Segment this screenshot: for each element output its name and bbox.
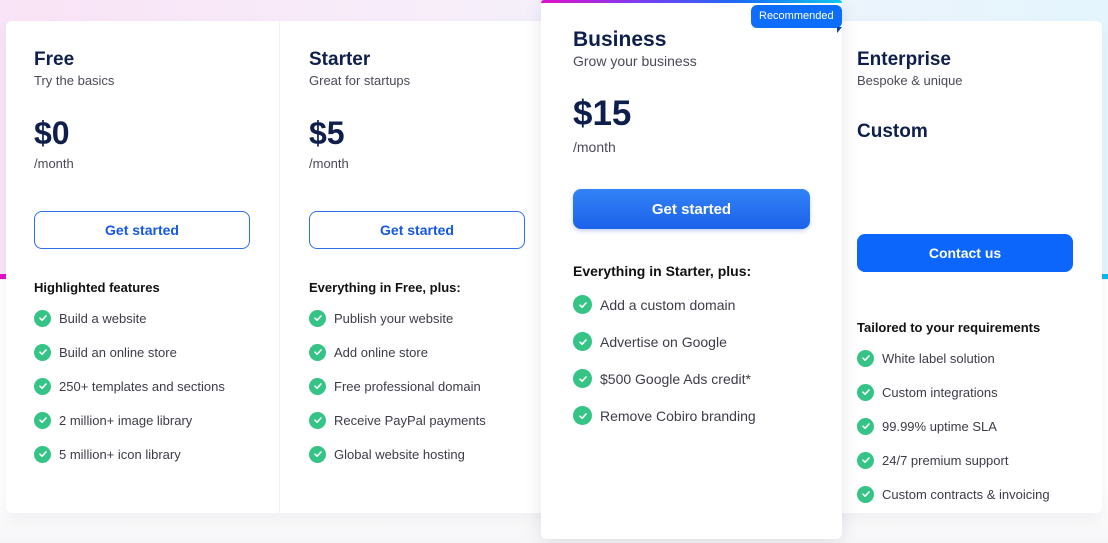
plan-tagline: Grow your business: [573, 53, 697, 69]
feature-item: Free professional domain: [309, 369, 525, 403]
recommended-badge: Recommended: [751, 5, 842, 28]
features-heading: Tailored to your requirements: [857, 320, 1041, 335]
plan-period: /month: [309, 156, 349, 171]
feature-item: 2 million+ image library: [34, 403, 250, 437]
feature-label: Build an online store: [59, 344, 177, 360]
feature-list: Add a custom domain Advertise on Google $5…: [573, 286, 810, 434]
gradient-accent-line: [541, 0, 842, 3]
plan-tagline: Great for startups: [309, 73, 411, 88]
feature-item: Remove Cobiro branding: [573, 397, 810, 434]
feature-item: 250+ templates and sections: [34, 369, 250, 403]
check-circle-icon: [309, 377, 326, 395]
check-circle-icon: [34, 411, 51, 429]
check-circle-icon: [857, 451, 874, 469]
feature-label: Custom contracts & invoicing: [882, 486, 1050, 502]
badge-ribbon-tail: [837, 27, 842, 33]
feature-label: Global website hosting: [334, 446, 465, 462]
check-circle-icon: [573, 369, 592, 388]
get-started-button[interactable]: Get started: [573, 189, 810, 229]
check-circle-icon: [34, 445, 51, 463]
feature-label: $500 Google Ads credit*: [600, 370, 751, 387]
check-circle-icon: [857, 417, 874, 435]
feature-item: White label solution: [857, 341, 1073, 375]
feature-label: Remove Cobiro branding: [600, 407, 756, 424]
feature-label: Custom integrations: [882, 384, 998, 400]
feature-label: Advertise on Google: [600, 333, 727, 350]
feature-label: Free professional domain: [334, 378, 481, 394]
plan-name: Starter: [309, 49, 371, 70]
check-circle-icon: [573, 295, 592, 314]
feature-label: 250+ templates and sections: [59, 378, 225, 394]
plan-name: Enterprise: [857, 49, 951, 70]
feature-item: Publish your website: [309, 301, 525, 335]
plan-period: /month: [573, 139, 616, 155]
check-circle-icon: [34, 377, 51, 395]
check-circle-icon: [857, 383, 874, 401]
feature-item: Receive PayPal payments: [309, 403, 525, 437]
feature-item: Global website hosting: [309, 437, 525, 471]
feature-label: Publish your website: [334, 310, 454, 326]
feature-list: Build a website Build an online store 250+…: [34, 301, 250, 471]
check-circle-icon: [309, 445, 326, 463]
plan-price: $5: [309, 115, 345, 151]
feature-label: 99.99% uptime SLA: [882, 418, 997, 434]
plan-price: $15: [573, 94, 632, 133]
plan-price: Custom: [857, 121, 928, 142]
check-circle-icon: [309, 343, 326, 361]
plan-name: Business: [573, 28, 667, 51]
feature-item: Custom contracts & invoicing: [857, 477, 1073, 511]
feature-item: Add online store: [309, 335, 525, 369]
check-circle-icon: [309, 309, 326, 327]
feature-label: Receive PayPal payments: [334, 412, 486, 428]
check-circle-icon: [573, 406, 592, 425]
feature-item: 5 million+ icon library: [34, 437, 250, 471]
contact-us-button[interactable]: Contact us: [857, 234, 1073, 272]
features-heading: Highlighted features: [34, 280, 160, 295]
get-started-button[interactable]: Get started: [309, 211, 525, 249]
feature-item: Build an online store: [34, 335, 250, 369]
plan-card-enterprise: Enterprise Bespoke & unique Custom Conta…: [857, 48, 1073, 511]
feature-label: 5 million+ icon library: [59, 446, 181, 462]
feature-list: White label solution Custom integrations 9…: [857, 341, 1073, 511]
feature-label: 2 million+ image library: [59, 412, 193, 428]
feature-label: Build a website: [59, 310, 147, 326]
card-divider: [279, 21, 280, 513]
check-circle-icon: [309, 411, 326, 429]
features-heading: Everything in Free, plus:: [309, 280, 461, 295]
check-circle-icon: [857, 485, 874, 503]
feature-item: Custom integrations: [857, 375, 1073, 409]
feature-item: Build a website: [34, 301, 250, 335]
check-circle-icon: [857, 349, 874, 367]
check-circle-icon: [573, 332, 592, 351]
feature-item: 24/7 premium support: [857, 443, 1073, 477]
feature-label: Add online store: [334, 344, 428, 360]
feature-item: 99.99% uptime SLA: [857, 409, 1073, 443]
feature-item: $500 Google Ads credit*: [573, 360, 810, 397]
feature-label: 24/7 premium support: [882, 452, 1009, 468]
feature-label: White label solution: [882, 350, 995, 366]
plan-period: /month: [34, 156, 74, 171]
feature-item: Add a custom domain: [573, 286, 810, 323]
plan-card-starter: Starter Great for startups $5 /month Get…: [309, 48, 525, 471]
check-circle-icon: [34, 343, 51, 361]
plan-name: Free: [34, 49, 75, 70]
plan-tagline: Bespoke & unique: [857, 73, 963, 88]
feature-label: Add a custom domain: [600, 296, 736, 313]
get-started-button[interactable]: Get started: [34, 211, 250, 249]
plan-card-free: Free Try the basics $0 /month Get starte…: [34, 48, 250, 471]
check-circle-icon: [34, 309, 51, 327]
feature-list: Publish your website Add online store Free…: [309, 301, 525, 471]
plan-card-business: Recommended Business Grow your business …: [541, 0, 842, 539]
features-heading: Everything in Starter, plus:: [573, 263, 752, 279]
feature-item: Advertise on Google: [573, 323, 810, 360]
plan-tagline: Try the basics: [34, 73, 115, 88]
plan-price: $0: [34, 115, 70, 151]
